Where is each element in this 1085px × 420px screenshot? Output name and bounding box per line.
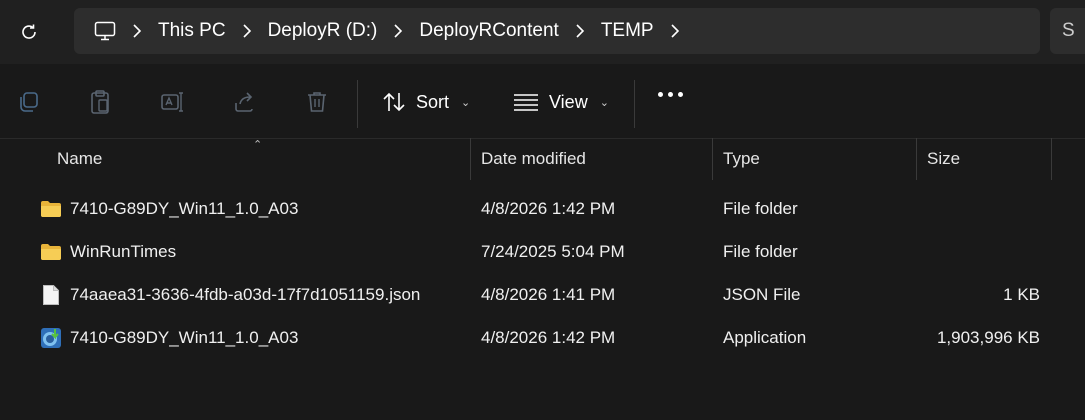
column-divider[interactable] <box>470 138 471 180</box>
sort-label: Sort <box>416 91 450 112</box>
search-box[interactable]: S <box>1050 8 1085 54</box>
file-date: 4/8/2026 1:42 PM <box>481 198 616 218</box>
file-name: 74aaea31-3636-4fdb-a03d-17f7d1051159.jso… <box>70 284 421 304</box>
refresh-button[interactable] <box>12 16 46 48</box>
column-header-type[interactable]: Type <box>723 138 760 180</box>
column-header-name[interactable]: Name <box>57 138 102 180</box>
file-icon <box>40 284 62 306</box>
file-type: Application <box>723 327 807 347</box>
toolbar-separator <box>357 80 358 128</box>
refresh-icon <box>22 24 36 39</box>
file-row[interactable]: 7410-G89DY_Win11_1.0_A03 4/8/2026 1:42 P… <box>0 187 1085 230</box>
file-size <box>927 187 1040 230</box>
application-icon <box>40 327 62 349</box>
chevron-right-icon[interactable] <box>122 24 152 38</box>
column-divider[interactable] <box>916 138 917 180</box>
file-name: 7410-G89DY_Win11_1.0_A03 <box>70 198 299 218</box>
file-row[interactable]: 74aaea31-3636-4fdb-a03d-17f7d1051159.jso… <box>0 273 1085 316</box>
command-bar: Sort ⌄ View ⌄ <box>0 66 1085 139</box>
folder-icon <box>40 198 62 220</box>
chevron-right-icon[interactable] <box>383 24 413 38</box>
file-row[interactable]: WinRunTimes 7/24/2025 5:04 PM File folde… <box>0 230 1085 273</box>
file-date: 4/8/2026 1:42 PM <box>481 327 616 347</box>
share-icon <box>235 92 253 112</box>
breadcrumb-deployrcontent[interactable]: DeployRContent <box>419 20 558 42</box>
trash-icon <box>308 92 326 112</box>
chevron-down-icon: ⌄ <box>461 96 471 109</box>
file-size <box>927 230 1040 273</box>
file-size: 1 KB <box>1003 284 1040 304</box>
file-type: File folder <box>723 198 798 218</box>
rename-button[interactable] <box>157 86 189 118</box>
view-button[interactable]: View ⌄ <box>513 86 609 118</box>
file-name: 7410-G89DY_Win11_1.0_A03 <box>70 327 299 347</box>
delete-button[interactable] <box>301 86 333 118</box>
address-bar[interactable]: This PC DeployR (D:) DeployRContent TEMP <box>74 8 1040 54</box>
file-type: File folder <box>723 241 798 261</box>
more-options-icon[interactable] <box>658 92 683 97</box>
chevron-right-icon[interactable] <box>565 24 595 38</box>
file-date: 7/24/2025 5:04 PM <box>481 241 625 261</box>
column-header-size[interactable]: Size <box>927 138 960 180</box>
column-divider[interactable] <box>712 138 713 180</box>
sort-icon <box>383 92 405 112</box>
chevron-right-icon[interactable] <box>660 24 690 38</box>
toolbar-separator <box>634 80 635 128</box>
breadcrumb-deployr-drive[interactable]: DeployR (D:) <box>268 20 378 42</box>
rename-icon <box>161 92 183 112</box>
file-row[interactable]: 7410-G89DY_Win11_1.0_A03 4/8/2026 1:42 P… <box>0 316 1085 359</box>
copy-button[interactable] <box>12 86 44 118</box>
share-button[interactable] <box>228 86 260 118</box>
view-list-icon <box>514 94 538 111</box>
file-size: 1,903,996 KB <box>936 327 1040 347</box>
folder-icon <box>40 241 62 263</box>
paste-icon <box>91 90 109 114</box>
column-divider[interactable] <box>1051 138 1052 180</box>
this-pc-icon[interactable] <box>94 21 116 41</box>
view-label: View <box>549 91 588 112</box>
file-name: WinRunTimes <box>70 241 177 261</box>
sort-button[interactable]: Sort ⌄ <box>382 86 470 118</box>
column-header-row: Name Date modified Type Size <box>0 138 1085 180</box>
chevron-right-icon[interactable] <box>232 24 262 38</box>
file-date: 4/8/2026 1:41 PM <box>481 284 616 304</box>
file-type: JSON File <box>723 284 801 304</box>
address-row: This PC DeployR (D:) DeployRContent TEMP… <box>0 0 1085 64</box>
breadcrumb-this-pc[interactable]: This PC <box>158 20 226 42</box>
breadcrumb-temp[interactable]: TEMP <box>601 20 654 42</box>
paste-button[interactable] <box>84 86 116 118</box>
copy-icon <box>20 92 38 112</box>
chevron-down-icon: ⌄ <box>599 96 609 109</box>
column-header-date[interactable]: Date modified <box>481 138 586 180</box>
